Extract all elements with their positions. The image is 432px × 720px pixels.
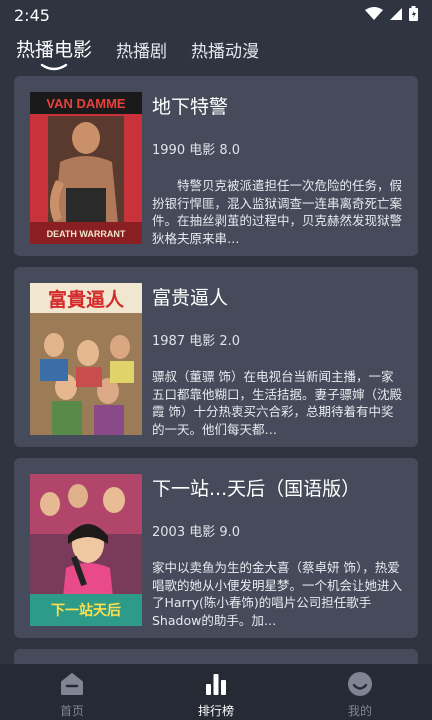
- bottom-nav: 首页 排行榜 我的: [0, 664, 432, 720]
- profile-icon: [346, 670, 374, 698]
- status-time: 2:45: [14, 5, 50, 25]
- movie-title: 地下特警: [152, 96, 229, 118]
- movie-list: VAN DAMME DEATH WARRANT 地下特警 1990 电影 8.0…: [14, 76, 418, 649]
- status-icons: [365, 5, 418, 25]
- movie-poster[interactable]: 富貴逼人: [30, 283, 142, 435]
- nav-label: 排行榜: [197, 704, 234, 718]
- tab-hot-series[interactable]: 热播剧: [116, 30, 167, 62]
- tab-label: 热播电影: [16, 39, 93, 61]
- signal-icon: [389, 6, 403, 25]
- movie-description: 家中以卖鱼为生的金大喜（蔡卓妍 饰），热爱唱歌的她从小便发明星梦。一个机会让她进…: [152, 560, 403, 628]
- movie-title: 富贵逼人: [152, 287, 229, 309]
- movie-poster[interactable]: 下一站天后: [30, 474, 142, 626]
- movie-description: 特警贝克被派遣担任一次危险的任务，假扮银行悍匪，混入监狱调查一连串离奇死亡案件。…: [152, 178, 403, 246]
- movie-poster[interactable]: VAN DAMME DEATH WARRANT: [30, 92, 142, 244]
- svg-text:下一站天后: 下一站天后: [51, 602, 121, 619]
- home-icon: [58, 670, 86, 698]
- tab-hot-anime[interactable]: 热播动漫: [191, 30, 259, 62]
- svg-text:VAN DAMME: VAN DAMME: [46, 96, 126, 111]
- movie-meta: 1990 电影 8.0: [152, 143, 241, 158]
- category-tabs: 热播电影 热播剧 热播动漫: [0, 30, 432, 72]
- svg-text:DEATH WARRANT: DEATH WARRANT: [47, 229, 126, 239]
- svg-text:富貴逼人: 富貴逼人: [48, 288, 125, 311]
- movie-meta: 1987 电影 2.0: [152, 334, 241, 349]
- ranking-icon: [202, 670, 230, 698]
- movie-description: 骠叔（董骠 饰）在电视台当新闻主播，一家五口都靠他糊口，生活拮据。妻子骠婶（沈殿…: [152, 369, 403, 437]
- nav-home[interactable]: 首页: [0, 664, 144, 720]
- tab-label: 热播剧: [116, 42, 168, 62]
- movie-title: 下一站...天后（国语版）: [152, 478, 361, 500]
- tab-hot-movies[interactable]: 热播电影: [16, 30, 93, 71]
- tab-label: 热播动漫: [191, 42, 260, 62]
- movie-card[interactable]: 富貴逼人 富贵逼人 1987 电影 2.0 骠叔（董骠 饰）在电视台当新闻主播，…: [14, 267, 418, 447]
- nav-label: 首页: [59, 704, 84, 718]
- battery-icon: [409, 5, 418, 25]
- nav-ranking[interactable]: 排行榜: [144, 664, 288, 720]
- movie-meta: 2003 电影 9.0: [152, 525, 241, 540]
- wifi-icon: [365, 6, 383, 25]
- movie-card[interactable]: VAN DAMME DEATH WARRANT 地下特警 1990 电影 8.0…: [14, 76, 418, 256]
- tab-indicator: [40, 63, 68, 71]
- nav-label: 我的: [347, 704, 372, 718]
- status-bar: 2:45: [0, 0, 432, 30]
- movie-card[interactable]: 下一站天后 下一站...天后（国语版） 2003 电影 9.0 家中以卖鱼为生的…: [14, 458, 418, 638]
- nav-profile[interactable]: 我的: [288, 664, 432, 720]
